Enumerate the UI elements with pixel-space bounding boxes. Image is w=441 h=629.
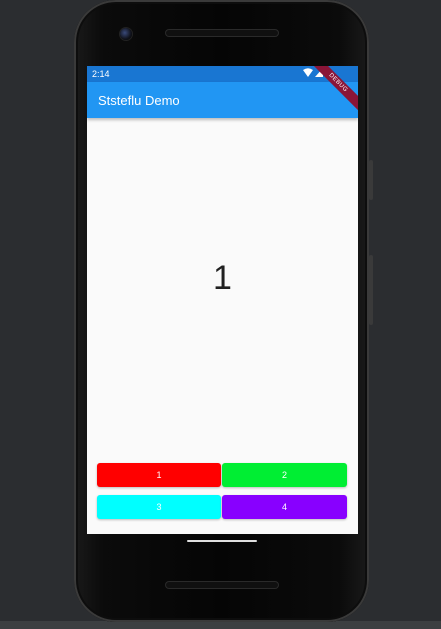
bottom-speaker bbox=[166, 582, 278, 588]
front-camera-icon bbox=[120, 28, 132, 40]
button-1[interactable]: 1 bbox=[97, 463, 221, 487]
button-3[interactable]: 3 bbox=[97, 495, 221, 519]
power-button bbox=[369, 160, 373, 200]
top-speaker bbox=[166, 30, 278, 36]
counter-value: 1 bbox=[213, 259, 232, 297]
status-time: 2:14 bbox=[92, 69, 110, 79]
phone-screen: 2:14 Ststeflu Demo DEBUG 1 1 2 3 4 bbox=[87, 66, 358, 534]
volume-button bbox=[369, 255, 373, 325]
app-bar: Ststeflu Demo bbox=[87, 82, 358, 118]
wifi-icon bbox=[303, 68, 313, 77]
button-4[interactable]: 4 bbox=[222, 495, 347, 519]
gesture-nav-handle[interactable] bbox=[187, 540, 257, 542]
button-2[interactable]: 2 bbox=[222, 463, 347, 487]
app-title: Ststeflu Demo bbox=[98, 93, 180, 108]
bottom-strip bbox=[0, 621, 441, 629]
